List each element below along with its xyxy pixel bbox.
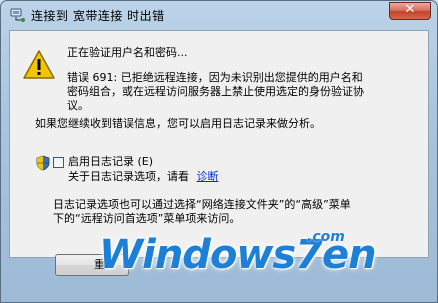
log-hint-text: 如果您继续收到错误信息，您可以启用日志记录来做分析。	[35, 117, 321, 130]
title-bar[interactable]: 连接到 宽带连接 时出错 ✕	[1, 1, 437, 29]
window-title: 连接到 宽带连接 时出错	[31, 9, 165, 23]
watermark-suffix: .com	[307, 229, 345, 245]
network-connection-icon	[10, 8, 25, 22]
watermark: Windows7en .com	[99, 225, 377, 285]
dialog-content: 正在验证用户名和密码... 错误 691: 已拒绝远程连接，因为未识别出您提供的…	[9, 30, 429, 258]
close-icon: ✕	[404, 2, 416, 17]
diagnose-link[interactable]: 诊断	[197, 170, 219, 183]
about-logging-prefix: 关于日志记录选项，请看	[68, 170, 189, 183]
about-logging-text: 关于日志记录选项，请看 诊断	[68, 170, 219, 184]
error-text-line-2: 密码组合，或在远程访问服务器上禁止使用选定的身份验证协	[67, 85, 364, 98]
enable-logging-checkbox[interactable]	[53, 157, 64, 168]
status-text: 正在验证用户名和密码...	[67, 46, 188, 59]
enable-logging-label[interactable]: 启用日志记录 (E)	[68, 155, 153, 169]
error-text-line-1: 错误 691: 已拒绝远程连接，因为未识别出您提供的用户名和	[67, 71, 363, 84]
info-text-line-2: 下的“远程访问首选项”菜单项来访问。	[53, 212, 241, 225]
dialog-window: 连接到 宽带连接 时出错 ✕ 正在验证用户名和密码... 错误 691: 已拒绝…	[0, 0, 438, 303]
shield-icon	[36, 155, 50, 171]
close-button[interactable]: ✕	[389, 2, 431, 20]
info-text-line-1: 日志记录选项也可以通过选择“网络连接文件夹”的“高级”菜单	[53, 198, 351, 211]
error-text-line-3: 议。	[67, 99, 89, 112]
warning-icon	[23, 50, 55, 79]
